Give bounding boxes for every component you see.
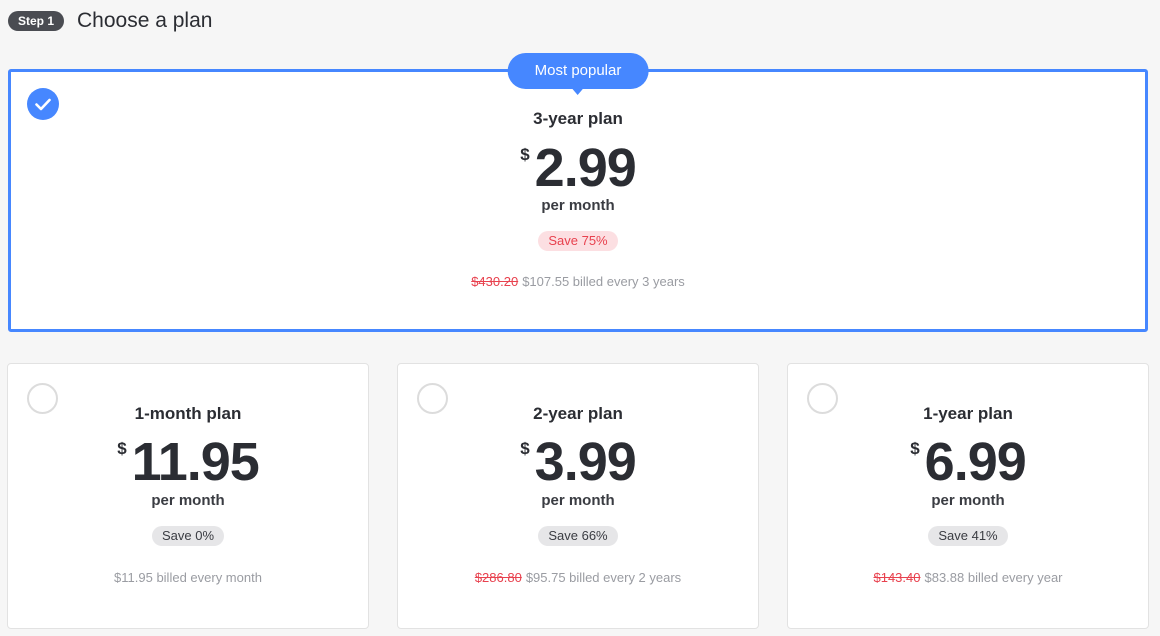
billing-text: $11.95 billed every month <box>114 570 262 585</box>
plan-radio[interactable] <box>27 383 58 414</box>
plan-name: 3-year plan <box>533 109 623 128</box>
page-title: Choose a plan <box>77 9 213 32</box>
billing-text: $95.75 billed every 2 years <box>525 570 682 585</box>
price-value: 3.99 <box>534 432 637 492</box>
plan-radio-selected[interactable] <box>27 88 59 120</box>
price-row: $ 11.95 <box>8 435 368 489</box>
original-price: $143.40 <box>873 570 921 585</box>
original-price: $430.20 <box>471 274 519 289</box>
currency-symbol: $ <box>910 439 920 458</box>
check-icon <box>35 98 51 110</box>
most-popular-badge: Most popular <box>507 53 649 89</box>
billing-info: $143.40 $83.88 billed every year <box>788 570 1148 585</box>
billing-text: $107.55 billed every 3 years <box>522 274 685 289</box>
savings-badge: Save 75% <box>538 231 618 251</box>
price-period: per month <box>151 492 225 509</box>
plan-radio[interactable] <box>807 383 838 414</box>
currency-symbol: $ <box>117 439 127 458</box>
step-badge: Step 1 <box>8 11 65 31</box>
price-period: per month <box>541 197 615 214</box>
plan-card-3-year[interactable]: Most popular 3-year plan $ 2.99 per mont… <box>8 53 1148 332</box>
currency-symbol: $ <box>520 439 530 458</box>
plan-card-2-year[interactable]: 2-year plan $ 3.99 per month Save 66% $2… <box>397 363 759 629</box>
billing-info: $11.95 billed every month <box>8 570 368 585</box>
step-header: Step 1 Choose a plan <box>8 9 212 33</box>
savings-badge: Save 0% <box>151 526 225 546</box>
price-row: $ 6.99 <box>788 435 1148 489</box>
price-value: 11.95 <box>131 432 260 492</box>
original-price: $286.80 <box>474 570 522 585</box>
price-row: $ 2.99 <box>11 141 1145 195</box>
plan-radio[interactable] <box>417 383 448 414</box>
currency-symbol: $ <box>520 145 530 164</box>
price-value: 6.99 <box>924 432 1027 492</box>
price-value: 2.99 <box>534 138 637 198</box>
plan-name: 1-year plan <box>923 404 1013 423</box>
plan-card-1-year[interactable]: 1-year plan $ 6.99 per month Save 41% $1… <box>787 363 1149 629</box>
price-period: per month <box>541 492 615 509</box>
savings-badge: Save 41% <box>928 526 1008 546</box>
plan-name: 2-year plan <box>533 404 623 423</box>
billing-text: $83.88 billed every year <box>924 570 1063 585</box>
price-period: per month <box>931 492 1005 509</box>
price-row: $ 3.99 <box>398 435 758 489</box>
plan-name: 1-month plan <box>134 404 242 423</box>
billing-info: $430.20 $107.55 billed every 3 years <box>11 274 1145 289</box>
billing-info: $286.80 $95.75 billed every 2 years <box>398 570 758 585</box>
plan-card-1-month[interactable]: 1-month plan $ 11.95 per month Save 0% $… <box>7 363 369 629</box>
savings-badge: Save 66% <box>538 526 618 546</box>
